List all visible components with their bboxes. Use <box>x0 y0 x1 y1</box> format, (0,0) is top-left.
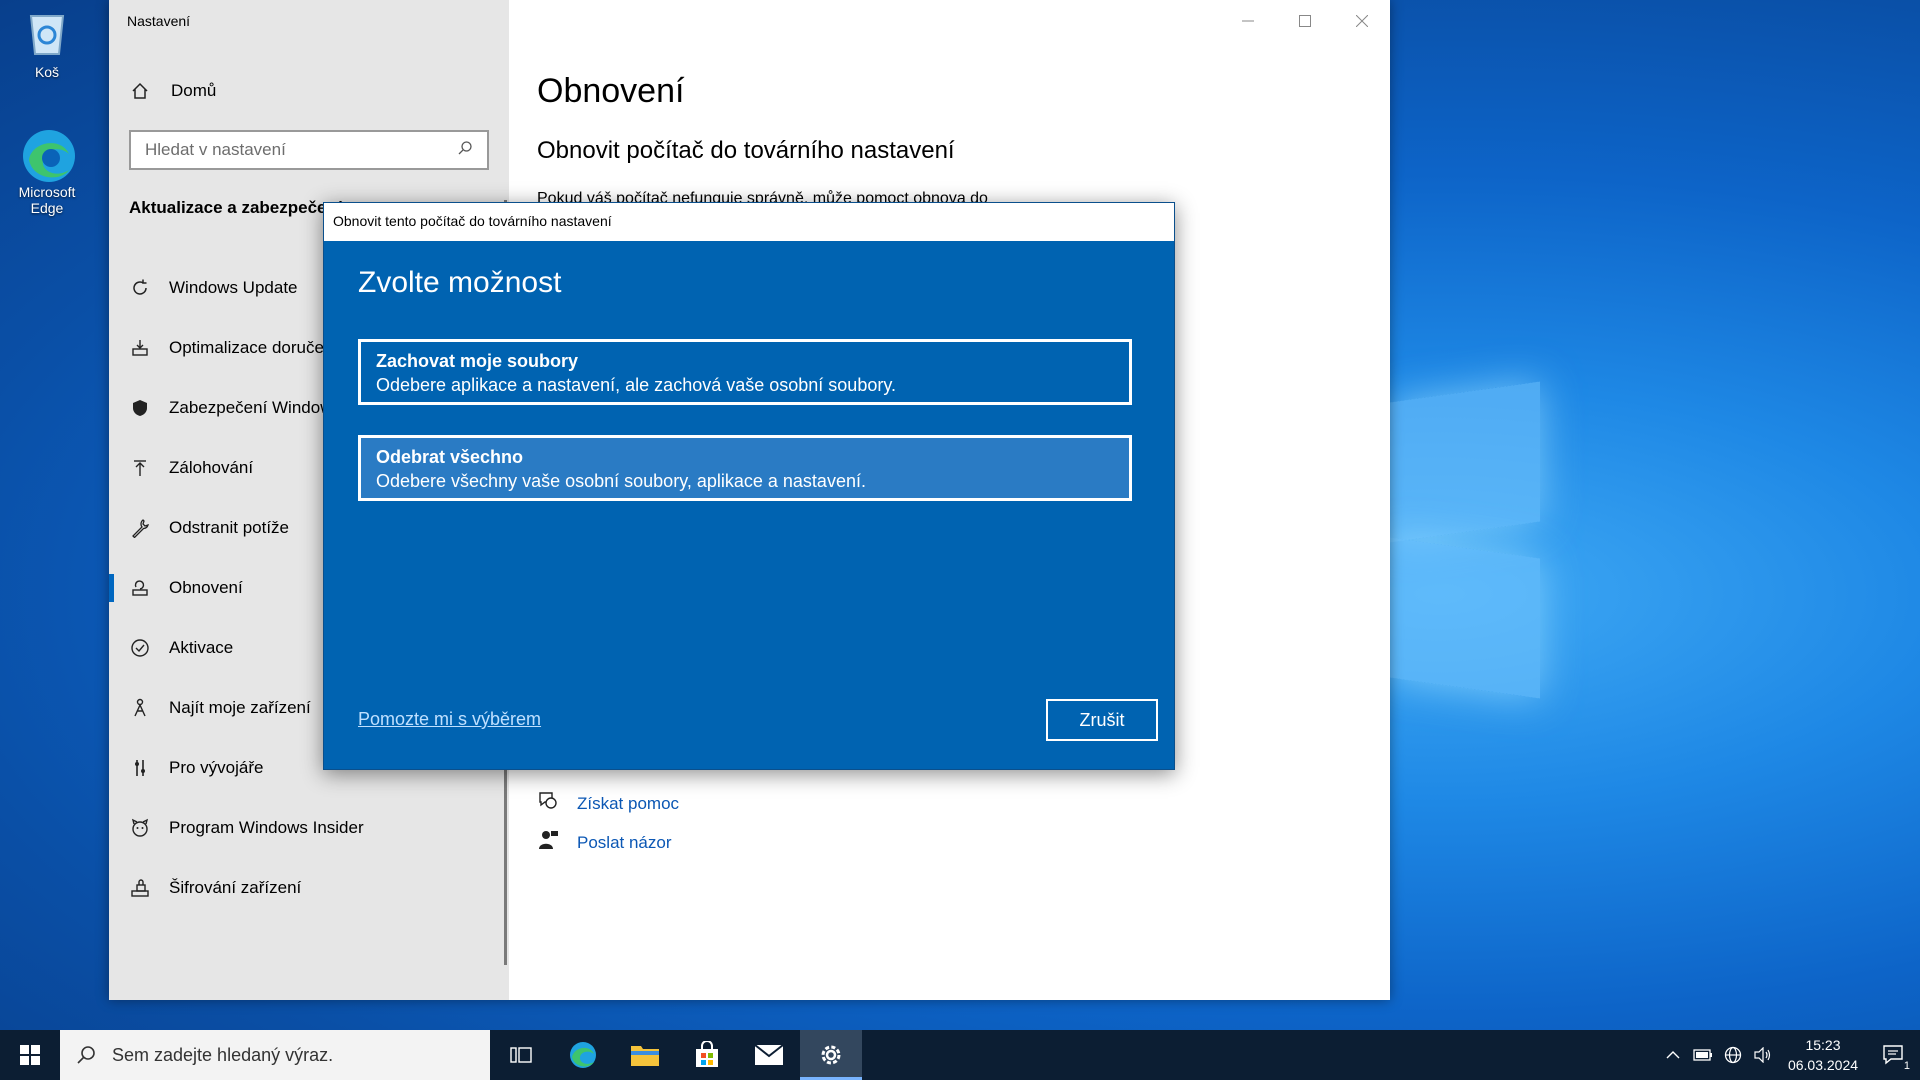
taskbar-search-box[interactable]: Sem zadejte hledaný výraz. <box>60 1030 490 1080</box>
nav-item-device-encryption[interactable]: Šifrování zařízení <box>109 858 509 918</box>
send-feedback-label: Poslat názor <box>577 832 672 852</box>
recycle-bin-desktop-icon[interactable]: Koš <box>7 8 87 80</box>
globe-icon <box>1724 1046 1742 1064</box>
cancel-button[interactable]: Zrušit <box>1046 699 1158 741</box>
get-help-link[interactable]: Získat pomoc <box>537 790 679 817</box>
taskbar-file-explorer-button[interactable] <box>614 1030 676 1080</box>
nav-label: Zálohování <box>169 458 254 477</box>
shield-icon <box>129 397 151 419</box>
task-view-icon <box>510 1047 532 1063</box>
edge-icon <box>570 1042 596 1068</box>
insider-icon <box>129 817 151 839</box>
nav-label: Aktivace <box>169 638 234 657</box>
taskbar-settings-button[interactable] <box>800 1030 862 1080</box>
clock-time: 15:23 <box>1805 1037 1841 1053</box>
taskbar: Sem zadejte hledaný výraz. 15:23 06.03.2… <box>0 1030 1920 1080</box>
nav-label: Program Windows Insider <box>169 818 364 837</box>
find-device-icon <box>129 697 151 719</box>
home-icon <box>129 80 151 102</box>
minimize-button[interactable] <box>1219 0 1276 42</box>
reset-pc-dialog: Obnovit tento počítač do továrního nasta… <box>323 202 1175 770</box>
recycle-bin-icon <box>21 8 73 60</box>
option-title: Odebrat všechno <box>376 447 524 467</box>
close-icon <box>1355 15 1368 27</box>
option-description: Odebere aplikace a nastavení, ale zachov… <box>376 375 896 395</box>
send-feedback-link[interactable]: Poslat názor <box>537 829 672 856</box>
clock-date: 06.03.2024 <box>1787 1057 1859 1073</box>
section-title: Aktualizace a zabezpečení <box>129 198 342 217</box>
clock[interactable]: 15:23 06.03.2024 <box>1778 1035 1868 1075</box>
recycle-bin-label: Koš <box>34 64 60 80</box>
check-circle-icon <box>129 637 151 659</box>
help-me-choose-link[interactable]: Pomozte mi s výběrem <box>358 709 541 730</box>
search-icon <box>77 1046 95 1064</box>
maximize-button[interactable] <box>1276 0 1333 42</box>
nav-label: Pro vývojáře <box>169 758 264 777</box>
option-title: Zachovat moje soubory <box>376 351 579 371</box>
action-center-button[interactable]: 1 <box>1868 1030 1920 1080</box>
edge-label: Microsoft Edge <box>18 184 76 216</box>
maximize-icon <box>1298 15 1311 27</box>
windows-start-icon <box>20 1045 40 1065</box>
notification-icon <box>1883 1045 1903 1065</box>
wrench-icon <box>129 517 151 539</box>
dialog-heading: Zvolte možnost <box>358 266 562 299</box>
section-subtitle: Obnovit počítač do továrního nastavení <box>537 137 955 164</box>
option-description: Odebere všechny vaše osobní soubory, apl… <box>376 471 866 491</box>
dialog-title: Obnovit tento počítač do továrního nasta… <box>324 203 1174 241</box>
minimize-icon <box>1241 20 1254 22</box>
help-chat-icon <box>537 790 559 817</box>
chevron-up-icon <box>1666 1051 1680 1059</box>
folder-icon <box>631 1046 659 1066</box>
taskbar-mail-button[interactable] <box>738 1030 800 1080</box>
nav-label: Optimalizace doručení <box>169 338 339 357</box>
store-icon <box>696 1041 718 1067</box>
battery-icon <box>1693 1049 1712 1061</box>
gear-icon <box>821 1045 841 1065</box>
refresh-icon <box>129 277 151 299</box>
battery-button[interactable] <box>1688 1030 1718 1080</box>
settings-search-input[interactable]: Hledat v nastavení <box>129 130 489 170</box>
page-title: Obnovení <box>537 72 685 110</box>
nav-label: Windows Update <box>169 278 298 297</box>
nav-label: Zabezpečení Windows <box>169 398 341 417</box>
system-tray: 15:23 06.03.2024 1 <box>1658 1030 1920 1080</box>
nav-label: Šifrování zařízení <box>169 878 302 897</box>
developer-icon <box>129 757 151 779</box>
backup-arrow-icon <box>129 457 151 479</box>
nav-label: Odstranit potíže <box>169 518 290 537</box>
nav-label: Obnovení <box>169 578 243 597</box>
speaker-icon <box>1754 1047 1771 1063</box>
get-help-label: Získat pomoc <box>577 793 680 813</box>
nav-item-windows-insider[interactable]: Program Windows Insider <box>109 798 509 858</box>
option-remove-everything[interactable]: Odebrat všechno Odebere všechny vaše oso… <box>358 435 1132 501</box>
recovery-icon <box>129 577 151 599</box>
taskbar-store-button[interactable] <box>676 1030 738 1080</box>
start-button[interactable] <box>0 1030 60 1080</box>
task-view-button[interactable] <box>490 1030 552 1080</box>
edge-desktop-icon[interactable]: Microsoft Edge <box>7 128 87 216</box>
home-nav-item[interactable]: Domů <box>129 80 216 102</box>
taskbar-edge-button[interactable] <box>552 1030 614 1080</box>
window-title: Nastavení <box>127 13 191 29</box>
search-icon <box>457 140 473 161</box>
edge-icon <box>21 128 75 182</box>
nav-label: Najít moje zařízení <box>169 698 311 717</box>
settings-search-placeholder: Hledat v nastavení <box>145 140 286 159</box>
close-button[interactable] <box>1333 0 1390 42</box>
window-caption-buttons <box>1219 0 1390 42</box>
feedback-icon <box>537 829 559 856</box>
show-hidden-icons-button[interactable] <box>1658 1030 1688 1080</box>
home-label: Domů <box>171 81 217 100</box>
encryption-icon <box>129 877 151 899</box>
notification-count-badge: 1 <box>1903 1060 1910 1072</box>
delivery-icon <box>129 337 151 359</box>
volume-button[interactable] <box>1748 1030 1778 1080</box>
option-keep-my-files[interactable]: Zachovat moje soubory Odebere aplikace a… <box>358 339 1132 405</box>
network-button[interactable] <box>1718 1030 1748 1080</box>
mail-icon <box>754 1044 784 1065</box>
taskbar-search-placeholder: Sem zadejte hledaný výraz. <box>112 1044 334 1065</box>
